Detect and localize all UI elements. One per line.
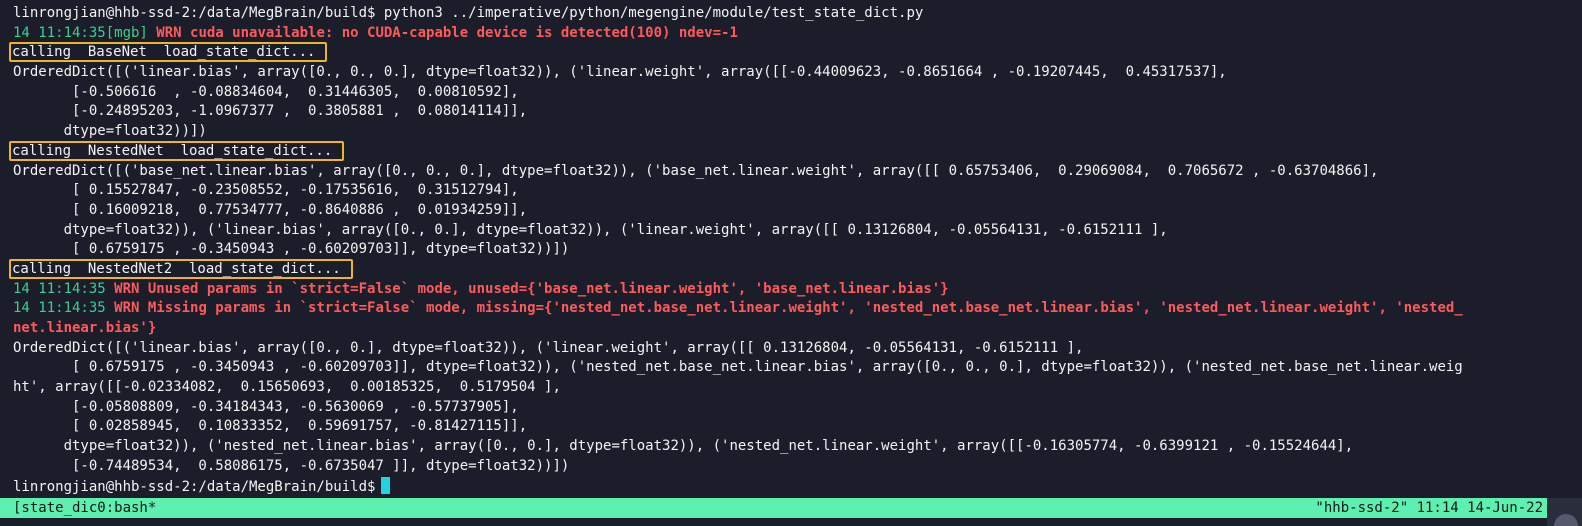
warning-message: WRN Missing params in `strict=False` mod… — [114, 300, 1463, 317]
output-line: [-0.506616 , -0.08834604, 0.31446305, 0.… — [13, 83, 519, 100]
log-timestamp: 14 11:14:35[mgb] — [13, 24, 157, 41]
highlight-box: calling NestedNet load_state_dict... — [9, 140, 345, 161]
log-timestamp: 14 11:14:35 — [13, 280, 115, 297]
output-line: linrongjian@hhb-ssd-2:/data/MegBrain/bui… — [13, 5, 924, 21]
prompt-text: linrongjian@hhb-ssd-2:/data/MegBrain/bui… — [13, 478, 376, 495]
highlight-box: calling BaseNet load_state_dict... — [9, 42, 328, 63]
output-line: OrderedDict([('linear.bias', array([0., … — [13, 339, 1084, 356]
highlighted-line: calling BaseNet load_state_dict... — [9, 42, 1463, 63]
terminal-output: linrongjian@hhb-ssd-2:/data/MegBrain/bui… — [9, 4, 1463, 497]
tmux-status-bar: [state_dic0:bash* "hhb-ssd-2" 11:14 14-J… — [0, 498, 1547, 518]
output-line: dtype=float32))]) — [13, 123, 207, 140]
highlighted-line: calling NestedNet load_state_dict... — [9, 140, 1463, 162]
log-timestamp: 14 11:14:35 — [13, 300, 115, 317]
text-cursor[interactable] — [381, 476, 391, 494]
output-line: [ 0.6759175 , -0.3450943 , -0.60209703]]… — [13, 241, 570, 258]
output-line: [ 0.15527847, -0.23508552, -0.17535616, … — [13, 182, 519, 199]
warning-message: WRN cuda unavailable: no CUDA-capable de… — [156, 24, 738, 41]
output-line: [-0.24895203, -1.0967377 , 0.3805881 , 0… — [13, 103, 528, 120]
output-line: dtype=float32)), ('linear.bias', array([… — [13, 221, 1168, 238]
output-line: dtype=float32)), ('nested_net.linear.bia… — [13, 438, 1354, 455]
warning-message: net.linear.bias'} — [13, 320, 157, 336]
output-line: ht', array([[-0.02334082, 0.15650693, 0.… — [13, 379, 561, 396]
highlighted-line: calling NestedNet2 load_state_dict... — [9, 258, 1463, 280]
warning-line: 14 11:14:35 WRN Missing params in `stric… — [13, 299, 1463, 319]
terminal-window[interactable]: linrongjian@hhb-ssd-2:/data/MegBrain/bui… — [0, 0, 1582, 526]
output-line: [ 0.02858945, 0.10833352, 0.59691757, -0… — [13, 418, 528, 435]
tmux-host-clock: "hhb-ssd-2" 11:14 14-Jun-22 — [1315, 500, 1543, 516]
warning-line: net.linear.bias'} — [13, 319, 1463, 339]
output-line: [ 0.16009218, 0.77534777, -0.8640886 , 0… — [13, 201, 528, 218]
warning-line: 14 11:14:35[mgb] WRN cuda unavailable: n… — [13, 24, 1463, 44]
output-line: OrderedDict([('linear.bias', array([0., … — [13, 64, 1227, 81]
output-line: [-0.05808809, -0.34184343, -0.5630069 , … — [13, 398, 519, 415]
output-line: [-0.74489534, 0.58086175, -0.6735047 ]],… — [13, 457, 570, 474]
output-line: [ 0.6759175 , -0.3450943 , -0.60209703]]… — [13, 359, 1463, 376]
highlight-box: calling NestedNet2 load_state_dict... — [9, 258, 353, 279]
tmux-window-name[interactable]: [state_dic0:bash* — [13, 498, 156, 518]
shell-prompt: linrongjian@hhb-ssd-2:/data/MegBrain/bui… — [13, 476, 1463, 497]
output-line: OrderedDict([('base_net.linear.bias', ar… — [13, 162, 1379, 179]
warning-message: WRN Unused params in `strict=False` mode… — [114, 280, 949, 297]
warning-line: 14 11:14:35 WRN Unused params in `strict… — [13, 280, 1463, 300]
